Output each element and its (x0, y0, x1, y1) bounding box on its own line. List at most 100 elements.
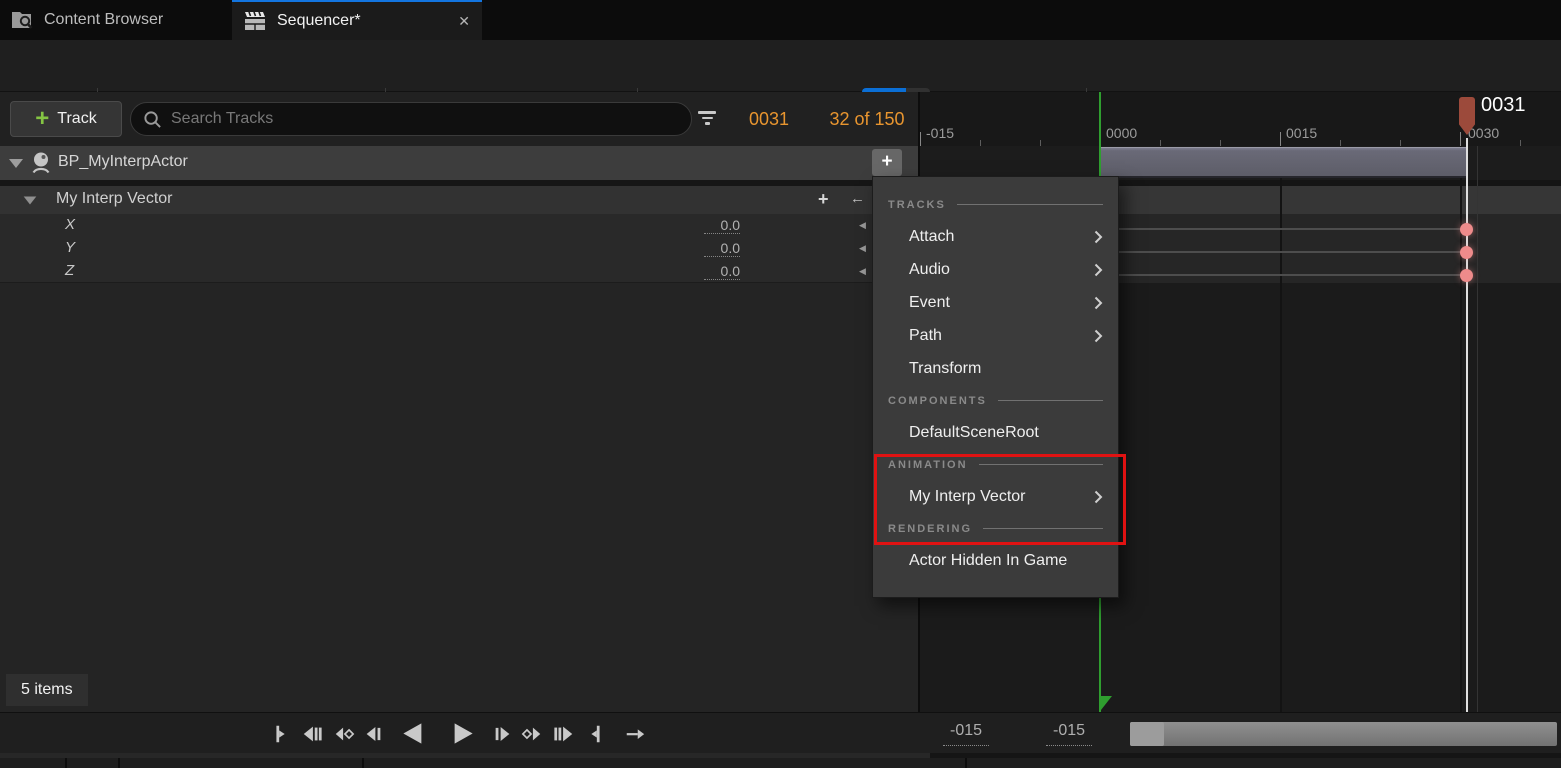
channel-row-z[interactable]: Z 0.0 ◀ (0, 260, 918, 283)
previous-keyframe-button[interactable] (332, 723, 356, 745)
keyframe-dot-z[interactable] (1460, 269, 1473, 282)
ruler-label: -015 (926, 125, 954, 141)
ruler-label: 0000 (1106, 125, 1137, 141)
lower-panel-edge (0, 758, 1561, 768)
menu-item-actor-hidden-in-game[interactable]: Actor Hidden In Game (873, 544, 1118, 577)
sequencer-icon (244, 11, 268, 31)
tab-content-browser[interactable]: Content Browser (0, 0, 232, 40)
menu-item-attach[interactable]: Attach (873, 220, 1118, 253)
panel-edge-divider (362, 758, 364, 768)
ruler-tick (1280, 132, 1281, 146)
track-header-row: + Track 0031 32 of 150 (0, 92, 918, 146)
keyframe-dot-y[interactable] (1460, 246, 1473, 259)
tab-sequencer[interactable]: Sequencer* ✕ (232, 0, 482, 40)
tab-label: Sequencer* (277, 12, 361, 30)
scrollbar-handle[interactable] (1130, 722, 1164, 746)
filter-icon[interactable] (697, 111, 717, 127)
playback-controls (0, 713, 918, 754)
curve-line-x (1100, 228, 1468, 230)
expand-caret-icon[interactable] (9, 159, 23, 168)
transport-bar: -015 -015 (0, 712, 1561, 753)
ruler-tick (1460, 132, 1461, 146)
prev-key-arrow-icon[interactable]: ◀ (859, 243, 866, 254)
add-track-label: Track (57, 110, 96, 128)
channel-value-field[interactable]: 0.0 (704, 240, 740, 257)
prev-key-arrow-icon[interactable]: ◀ (859, 266, 866, 277)
next-shot-button[interactable] (552, 723, 576, 745)
current-frame-field[interactable]: 0031 (739, 92, 799, 146)
submenu-arrow-icon (1094, 296, 1103, 310)
previous-shot-button[interactable] (300, 723, 324, 745)
ruler-tick (920, 132, 921, 146)
channel-value-field[interactable]: 0.0 (704, 217, 740, 234)
channel-row-y[interactable]: Y 0.0 ◀ (0, 237, 918, 260)
step-forward-button[interactable] (491, 723, 512, 745)
submenu-arrow-icon (1094, 230, 1103, 244)
add-track-to-actor-button[interactable]: + (872, 149, 902, 176)
submenu-arrow-icon (1094, 490, 1103, 504)
close-tab-icon[interactable]: ✕ (458, 13, 470, 30)
submenu-arrow-icon (1094, 263, 1103, 277)
track-row-vector[interactable]: My Interp Vector + ← (0, 186, 918, 214)
next-keyframe-button[interactable] (520, 723, 544, 745)
actor-name-label: BP_MyInterpActor (58, 153, 188, 171)
add-key-icon[interactable]: + (818, 189, 829, 210)
menu-item-event[interactable]: Event (873, 286, 1118, 319)
playback-start-marker[interactable] (1101, 696, 1112, 710)
add-track-button[interactable]: + Track (10, 101, 122, 137)
channel-name-label: X (65, 216, 75, 233)
search-input[interactable] (171, 110, 679, 128)
sequencer-window: Content Browser Sequencer* ✕ (0, 0, 1561, 768)
jump-to-start-button[interactable] (270, 723, 292, 745)
play-reverse-button[interactable] (400, 720, 427, 747)
back-arrow-icon[interactable]: ← (850, 190, 865, 207)
outliner-empty-area (0, 283, 918, 712)
channel-value-field[interactable]: 0.0 (704, 263, 740, 280)
track-name-label: My Interp Vector (56, 190, 173, 208)
menu-item-defaultsceneroot[interactable]: DefaultSceneRoot (873, 416, 1118, 449)
add-track-context-menu: TRACKS Attach Audio Event Path Transform… (872, 176, 1119, 598)
sequencer-toolbar: ⋮ (0, 40, 1561, 92)
playback-mode-button[interactable] (622, 723, 648, 745)
panel-edge-divider (118, 758, 120, 768)
channel-name-label: Z (65, 262, 74, 279)
content-browser-icon (12, 10, 35, 30)
menu-section-header: ANIMATION (873, 449, 1118, 480)
prev-key-arrow-icon[interactable]: ◀ (859, 220, 866, 231)
search-icon (143, 110, 162, 129)
section-range-bar[interactable] (1100, 147, 1466, 178)
items-count-badge: 5 items (6, 674, 88, 706)
expand-caret-icon[interactable] (24, 196, 37, 204)
menu-item-path[interactable]: Path (873, 319, 1118, 352)
menu-item-my-interp-vector[interactable]: My Interp Vector (873, 480, 1118, 513)
menu-item-transform[interactable]: Transform (873, 352, 1118, 385)
submenu-arrow-icon (1094, 329, 1103, 343)
menu-section-header: COMPONENTS (873, 385, 1118, 416)
timeline-scrollbar[interactable] (1130, 722, 1557, 746)
curve-line-z (1100, 274, 1468, 276)
range-start-field[interactable]: -015 (943, 722, 989, 746)
search-tracks-box (130, 102, 692, 136)
frame-count-label: 32 of 150 (822, 92, 912, 146)
menu-section-header: TRACKS (873, 189, 1118, 220)
view-start-field[interactable]: -015 (1046, 722, 1092, 746)
secondary-marker-line (1477, 146, 1478, 712)
plus-icon: + (35, 109, 49, 129)
panel-edge-divider (65, 758, 67, 768)
ruler-label: 0015 (1286, 125, 1317, 141)
curve-line-y (1100, 251, 1468, 253)
tab-label: Content Browser (44, 11, 163, 29)
play-forward-button[interactable] (449, 720, 476, 747)
panel-edge-divider (965, 758, 967, 768)
playhead-frame-label: 0031 (1481, 94, 1526, 117)
tab-bar: Content Browser Sequencer* ✕ (0, 0, 1561, 40)
channel-name-label: Y (65, 239, 75, 256)
channel-row-x[interactable]: X 0.0 ◀ (0, 214, 918, 237)
keyframe-dot-x[interactable] (1460, 223, 1473, 236)
menu-section-header: RENDERING (873, 513, 1118, 544)
menu-item-audio[interactable]: Audio (873, 253, 1118, 286)
step-backward-button[interactable] (364, 723, 385, 745)
gridline (1280, 146, 1282, 712)
track-row-actor[interactable]: BP_MyInterpActor (0, 146, 918, 180)
jump-to-end-button[interactable] (584, 723, 606, 745)
